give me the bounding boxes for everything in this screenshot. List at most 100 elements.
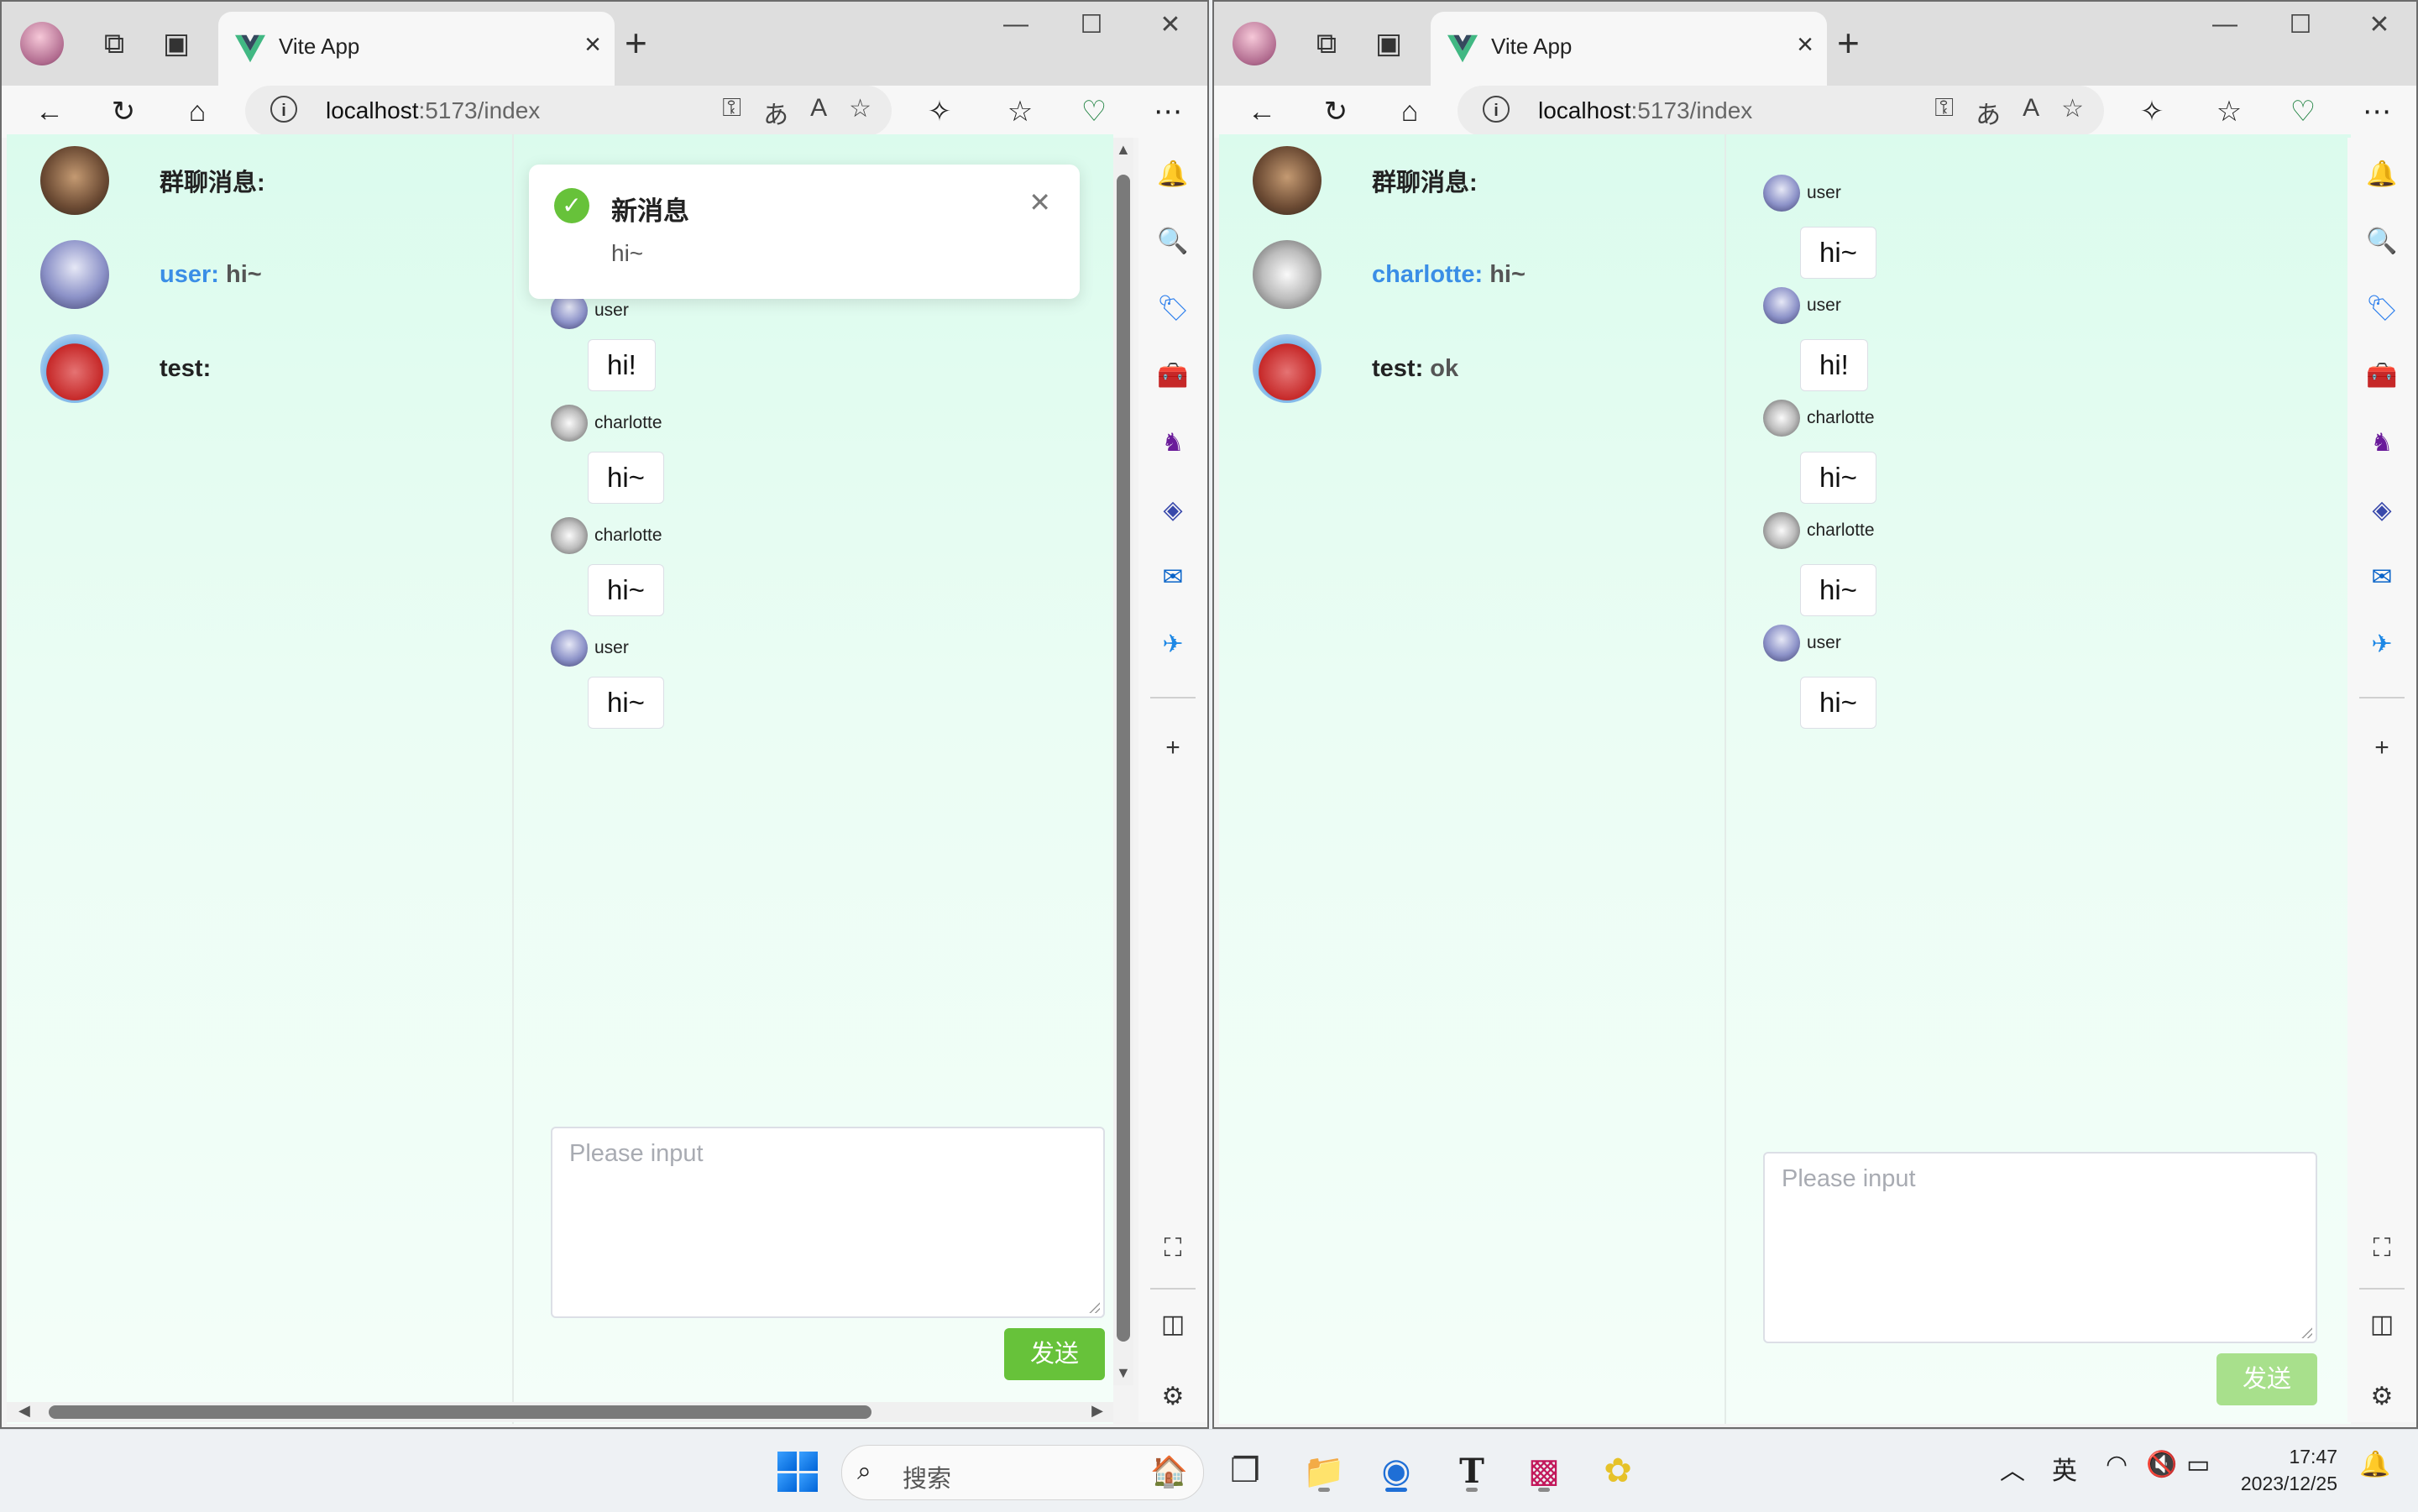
new-tab-icon[interactable]: + xyxy=(1837,20,1860,65)
message-input[interactable] xyxy=(552,1128,1103,1316)
scroll-up-icon[interactable]: ▲ xyxy=(1116,141,1131,159)
system-clock[interactable]: 17:47 2023/12/25 xyxy=(2241,1443,2337,1497)
tab-actions-icon[interactable]: ▣ xyxy=(156,24,196,64)
address-text[interactable]: localhost:5173/index xyxy=(1538,97,1752,124)
screenshot-icon[interactable]: ⛶ xyxy=(2364,1231,2400,1266)
translate-icon[interactable]: あ xyxy=(763,94,788,131)
send-plane-icon[interactable]: ✈ xyxy=(2364,626,2400,662)
send-button[interactable]: 发送 xyxy=(1004,1328,1105,1380)
edge-browser-icon[interactable]: ◉ xyxy=(1372,1447,1421,1495)
search-icon[interactable]: 🔍 xyxy=(2364,223,2400,259)
back-icon[interactable]: ← xyxy=(29,91,71,133)
address-bar[interactable]: i localhost:5173/index ⚿ あ A ☆ xyxy=(245,86,892,136)
browser-essentials-icon[interactable]: ♡ xyxy=(1073,91,1115,133)
app-flower-icon[interactable]: ✿ xyxy=(1594,1447,1642,1495)
maximize-icon[interactable]: ☐ xyxy=(2275,10,2326,39)
conversation-item[interactable]: 群聊消息: xyxy=(40,146,265,215)
scroll-left-icon[interactable]: ◀ xyxy=(18,1402,30,1420)
conversation-item[interactable]: test: xyxy=(40,334,211,403)
split-view-icon[interactable]: ◫ xyxy=(1155,1306,1191,1342)
file-explorer-icon[interactable]: 📁 xyxy=(1300,1447,1348,1495)
conversation-item[interactable]: test: ok xyxy=(1253,334,1458,403)
ime-indicator[interactable]: 英 xyxy=(2052,1450,2077,1487)
tag-icon[interactable]: 🏷 xyxy=(2364,290,2400,326)
site-info-icon[interactable]: i xyxy=(1483,96,1510,123)
home-icon[interactable]: ⌂ xyxy=(176,91,218,133)
typora-icon[interactable]: T xyxy=(1447,1447,1496,1495)
extensions-icon[interactable]: ✧ xyxy=(919,91,960,133)
games-icon[interactable]: ♞ xyxy=(2364,425,2400,460)
vertical-scrollbar[interactable]: ▲ ▼ xyxy=(1113,138,1133,1385)
tab-close-icon[interactable]: × xyxy=(1797,29,1814,61)
toast-close-icon[interactable]: ✕ xyxy=(1028,186,1051,218)
taskbar-search[interactable]: ⌕ 搜索 🏠 xyxy=(841,1445,1204,1500)
more-menu-icon[interactable]: ⋯ xyxy=(1147,91,1189,133)
office-icon[interactable]: ◈ xyxy=(1155,492,1191,527)
scroll-down-icon[interactable]: ▼ xyxy=(1116,1364,1131,1382)
conversation-item[interactable]: charlotte: hi~ xyxy=(1253,240,1526,309)
translate-icon[interactable]: あ xyxy=(1976,94,2001,131)
horizontal-scroll-thumb[interactable] xyxy=(49,1405,871,1419)
toolbox-icon[interactable]: 🧰 xyxy=(2364,358,2400,393)
tag-icon[interactable]: 🏷 xyxy=(1155,290,1191,326)
notification-bell-icon[interactable]: 🔔 xyxy=(2359,1450,2390,1479)
refresh-icon[interactable]: ↻ xyxy=(102,91,144,133)
workspaces-icon[interactable]: ⧉ xyxy=(1306,24,1347,64)
settings-gear-icon[interactable]: ⚙ xyxy=(2364,1379,2400,1414)
profile-avatar[interactable] xyxy=(1233,22,1276,65)
favorites-icon[interactable]: ☆ xyxy=(999,91,1041,133)
back-icon[interactable]: ← xyxy=(1241,91,1283,133)
resize-handle[interactable] xyxy=(1086,1300,1100,1313)
resize-handle[interactable] xyxy=(2299,1325,2312,1338)
home-icon[interactable]: ⌂ xyxy=(1389,91,1431,133)
tab-actions-icon[interactable]: ▣ xyxy=(1369,24,1409,64)
favorite-star-icon[interactable]: ☆ xyxy=(849,94,871,131)
task-view-icon[interactable]: ❐ xyxy=(1221,1447,1269,1495)
add-icon[interactable]: + xyxy=(1155,730,1191,766)
key-icon[interactable]: ⚿ xyxy=(1934,94,1954,131)
workspaces-icon[interactable]: ⧉ xyxy=(94,24,134,64)
outlook-icon[interactable]: ✉ xyxy=(2364,559,2400,594)
browser-essentials-icon[interactable]: ♡ xyxy=(2282,91,2324,133)
address-text[interactable]: localhost:5173/index xyxy=(326,97,540,124)
outlook-icon[interactable]: ✉ xyxy=(1155,559,1191,594)
volume-muted-icon[interactable]: 🔇 xyxy=(2146,1450,2177,1479)
settings-gear-icon[interactable]: ⚙ xyxy=(1155,1379,1191,1414)
split-view-icon[interactable]: ◫ xyxy=(2364,1306,2400,1342)
toolbox-icon[interactable]: 🧰 xyxy=(1155,358,1191,393)
minimize-icon[interactable]: — xyxy=(2200,10,2250,39)
horizontal-scrollbar[interactable]: ◀ ▶ xyxy=(7,1402,1113,1422)
bell-icon[interactable]: 🔔 xyxy=(2364,156,2400,191)
bell-icon[interactable]: 🔔 xyxy=(1155,156,1191,191)
message-input[interactable] xyxy=(1765,1154,2316,1342)
read-aloud-icon[interactable]: A xyxy=(810,94,827,131)
battery-icon[interactable]: ▭ xyxy=(2186,1450,2210,1479)
add-icon[interactable]: + xyxy=(2364,730,2400,766)
favorite-star-icon[interactable]: ☆ xyxy=(2061,94,2084,131)
extensions-icon[interactable]: ✧ xyxy=(2131,91,2173,133)
browser-tab[interactable]: Vite App × xyxy=(1431,12,1827,86)
send-button[interactable]: 发送 xyxy=(2216,1353,2317,1405)
minimize-icon[interactable]: — xyxy=(991,10,1041,39)
tab-close-icon[interactable]: × xyxy=(584,29,601,61)
wifi-icon[interactable]: ◠ xyxy=(2106,1450,2128,1479)
conversation-item[interactable]: user: hi~ xyxy=(40,240,262,309)
profile-avatar[interactable] xyxy=(20,22,64,65)
start-windows-icon[interactable] xyxy=(777,1452,818,1492)
browser-tab[interactable]: Vite App × xyxy=(218,12,615,86)
tray-chevron-icon[interactable]: ︿ xyxy=(2000,1450,2025,1487)
office-icon[interactable]: ◈ xyxy=(2364,492,2400,527)
games-icon[interactable]: ♞ xyxy=(1155,425,1191,460)
send-plane-icon[interactable]: ✈ xyxy=(1155,626,1191,662)
address-bar[interactable]: i localhost:5173/index ⚿ あ A ☆ xyxy=(1458,86,2104,136)
intellij-icon[interactable]: ▩ xyxy=(1520,1447,1568,1495)
more-menu-icon[interactable]: ⋯ xyxy=(2356,91,2398,133)
favorites-icon[interactable]: ☆ xyxy=(2208,91,2250,133)
maximize-icon[interactable]: ☐ xyxy=(1066,10,1117,39)
new-tab-icon[interactable]: + xyxy=(625,20,647,65)
conversation-item[interactable]: 群聊消息: xyxy=(1253,146,1478,215)
refresh-icon[interactable]: ↻ xyxy=(1315,91,1357,133)
search-icon[interactable]: 🔍 xyxy=(1155,223,1191,259)
close-window-icon[interactable]: ✕ xyxy=(2354,10,2405,39)
scroll-right-icon[interactable]: ▶ xyxy=(1091,1402,1103,1420)
